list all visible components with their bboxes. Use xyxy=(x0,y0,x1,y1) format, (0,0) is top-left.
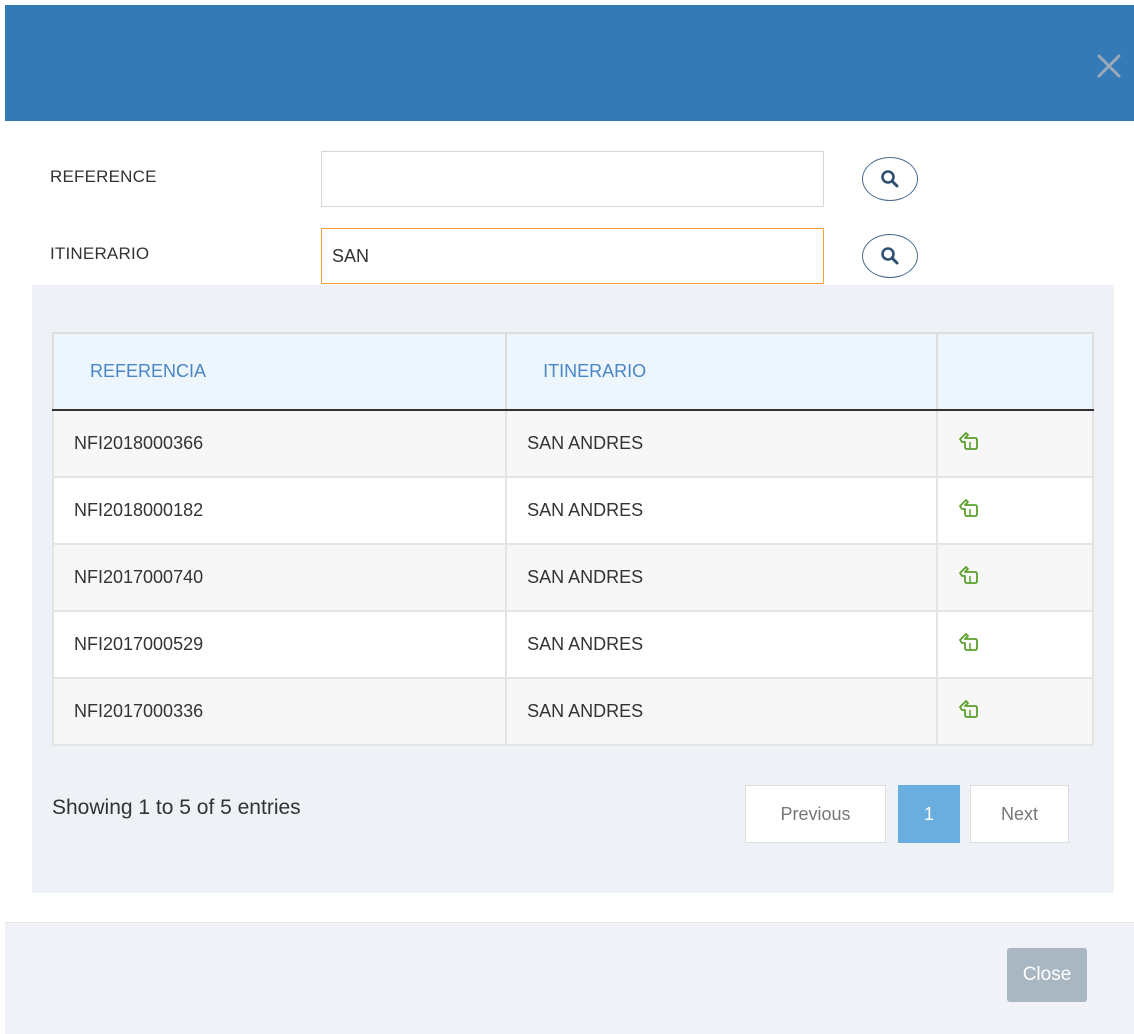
cell-itinerario: SAN ANDRES xyxy=(505,677,939,746)
search-icon xyxy=(881,170,899,188)
cell-action xyxy=(936,677,1094,746)
reference-search-button[interactable] xyxy=(862,157,918,201)
table-row: NFI2017000529 SAN ANDRES xyxy=(51,610,1094,679)
close-icon[interactable] xyxy=(1094,51,1124,81)
modal-footer: Close xyxy=(5,922,1134,1034)
select-hand-icon[interactable] xyxy=(958,497,980,519)
cell-itinerario: SAN ANDRES xyxy=(505,610,939,679)
table-header-row: REFERENCIA ITINERARIO xyxy=(51,332,1094,411)
table-row: NFI2017000740 SAN ANDRES xyxy=(51,543,1094,612)
next-page-button[interactable]: Next xyxy=(970,785,1069,843)
select-hand-icon[interactable] xyxy=(958,430,980,452)
cell-action xyxy=(936,543,1094,612)
close-button[interactable]: Close xyxy=(1007,948,1087,1002)
cell-itinerario: SAN ANDRES xyxy=(505,409,939,478)
itinerario-row: ITINERARIO xyxy=(50,228,950,284)
cell-referencia: NFI2017000740 xyxy=(51,543,508,612)
search-icon xyxy=(881,247,899,265)
select-hand-icon[interactable] xyxy=(958,564,980,586)
reference-row: REFERENCE xyxy=(50,151,950,207)
search-modal: REFERENCE ITINERARIO REFERENCIA ITINERAR… xyxy=(0,0,1134,1034)
cell-action xyxy=(936,409,1094,478)
select-hand-icon[interactable] xyxy=(958,698,980,720)
cell-referencia: NFI2017000529 xyxy=(51,610,508,679)
cell-referencia: NFI2017000336 xyxy=(51,677,508,746)
column-header-itinerario[interactable]: ITINERARIO xyxy=(505,332,939,411)
modal-header xyxy=(5,5,1134,121)
previous-page-button[interactable]: Previous xyxy=(745,785,886,843)
cell-itinerario: SAN ANDRES xyxy=(505,543,939,612)
table-row: NFI2017000336 SAN ANDRES xyxy=(51,677,1094,746)
results-table: REFERENCIA ITINERARIO NFI2018000366 SAN … xyxy=(51,332,1094,746)
select-hand-icon[interactable] xyxy=(958,631,980,653)
cell-action xyxy=(936,610,1094,679)
table-row: NFI2018000366 SAN ANDRES xyxy=(51,409,1094,478)
page-1-button[interactable]: 1 xyxy=(898,785,960,843)
itinerario-label: ITINERARIO xyxy=(50,244,150,263)
results-panel: REFERENCIA ITINERARIO NFI2018000366 SAN … xyxy=(32,285,1114,893)
cell-referencia: NFI2018000182 xyxy=(51,476,508,545)
itinerario-input[interactable] xyxy=(321,228,824,284)
cell-itinerario: SAN ANDRES xyxy=(505,476,939,545)
itinerario-search-button[interactable] xyxy=(862,234,918,278)
reference-input[interactable] xyxy=(321,151,824,207)
cell-referencia: NFI2018000366 xyxy=(51,409,508,478)
pagination-info: Showing 1 to 5 of 5 entries xyxy=(52,796,301,819)
reference-label: REFERENCE xyxy=(50,167,157,186)
column-header-referencia[interactable]: REFERENCIA xyxy=(51,332,508,411)
column-header-action xyxy=(936,332,1094,411)
table-row: NFI2018000182 SAN ANDRES xyxy=(51,476,1094,545)
cell-action xyxy=(936,476,1094,545)
